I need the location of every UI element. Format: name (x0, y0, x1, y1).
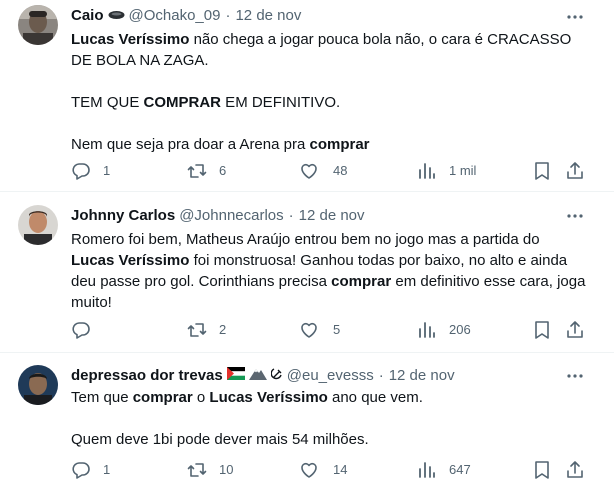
palestine-flag-icon (226, 366, 245, 386)
text-run: Romero foi bem, Matheus Araújo entrou be… (71, 231, 544, 248)
author-handle[interactable]: @Ochako_09 (129, 6, 221, 26)
reply-button[interactable]: 1 (71, 161, 110, 181)
like-button[interactable]: 48 (299, 161, 347, 181)
highlighted-text: comprar (309, 136, 370, 153)
highlighted-text: comprar (132, 389, 193, 406)
repost-count: 6 (219, 163, 227, 178)
views-chart-icon (419, 462, 435, 478)
author-name[interactable]: depressao dor trevas (71, 366, 223, 386)
mountain-icon (248, 366, 267, 386)
repost-count: 10 (219, 462, 234, 477)
repost-icon (187, 323, 207, 337)
avatar[interactable] (18, 205, 58, 245)
bookmark-icon (535, 162, 549, 180)
avatar[interactable] (18, 5, 58, 45)
heart-icon (301, 322, 317, 338)
tweet-date[interactable]: 12 de nov (235, 6, 301, 26)
repost-count: 2 (219, 322, 227, 337)
view-count: 206 (449, 322, 471, 337)
like-count: 5 (333, 322, 341, 337)
text-run: Nem que seja pra doar a Arena pra (71, 136, 310, 153)
tweet-text: Tem que comprar o Lucas Veríssimo ano qu… (71, 387, 586, 450)
reply-button[interactable] (71, 320, 103, 340)
reply-count: 1 (103, 163, 111, 178)
tweet[interactable]: depressao dor trevas @eu_evesss · 12 de … (0, 354, 614, 498)
like-count: 14 (333, 462, 348, 477)
share-icon (567, 461, 583, 478)
tweet-paragraph: Tem que comprar o Lucas Veríssimo ano qu… (71, 387, 586, 408)
separator-dot: · (225, 7, 231, 24)
view-count: 647 (449, 462, 471, 477)
text-run: Tem que (71, 389, 133, 406)
tweet-paragraph: Quem deve 1bi pode dever mais 54 milhões… (71, 429, 586, 450)
share-icon (567, 321, 583, 338)
reply-count: 1 (103, 462, 111, 477)
views-button[interactable]: 206 (417, 320, 471, 340)
highlighted-text: COMPRAR (143, 94, 222, 111)
separator-dot: · (378, 367, 384, 384)
author-handle[interactable]: @Johnnecarlos (179, 206, 283, 226)
highlighted-text: Lucas Veríssimo (71, 252, 190, 269)
repost-button[interactable]: 6 (187, 161, 226, 181)
views-chart-icon (419, 163, 435, 179)
like-button[interactable]: 5 (299, 320, 340, 340)
tweet-paragraph: Lucas Veríssimo não chega a jogar pouca … (71, 29, 586, 71)
more-options-button[interactable] (566, 8, 584, 26)
share-button[interactable] (565, 320, 585, 340)
share-icon (567, 162, 583, 179)
repost-button[interactable]: 10 (187, 460, 233, 480)
text-run: ano que vem. (327, 389, 423, 406)
bookmark-icon (535, 461, 549, 479)
bookmark-button[interactable] (533, 460, 551, 480)
tweet-date[interactable]: 12 de nov (389, 366, 455, 386)
more-options-button[interactable] (566, 207, 584, 225)
bookmark-icon (535, 321, 549, 339)
reply-icon (72, 322, 90, 339)
text-run: o (192, 389, 210, 406)
author-name[interactable]: Johnny Carlos (71, 206, 175, 226)
repost-icon (187, 164, 207, 178)
separator-dot: · (288, 207, 294, 224)
text-run: EM DEFINITIVO. (221, 94, 341, 111)
like-button[interactable]: 14 (299, 460, 347, 480)
text-run: Quem deve 1bi pode dever mais 54 milhões… (71, 431, 369, 448)
tweet[interactable]: Caio @Ochako_09 · 12 de nov Lucas Veríss… (0, 0, 614, 192)
tweet-paragraph: TEM QUE COMPRAR EM DEFINITIVO. (71, 92, 586, 113)
reply-icon (72, 163, 90, 180)
tweet-paragraph: Nem que seja pra doar a Arena pra compra… (71, 134, 586, 155)
more-icon (567, 15, 583, 19)
repost-icon (187, 463, 207, 477)
avatar[interactable] (18, 365, 58, 405)
more-options-button[interactable] (566, 367, 584, 385)
more-icon (567, 214, 583, 218)
reply-icon (72, 462, 90, 479)
tweet[interactable]: Johnny Carlos @Johnnecarlos · 12 de nov … (0, 193, 614, 353)
highlighted-text: Lucas Veríssimo (71, 31, 190, 48)
tweet-date[interactable]: 12 de nov (299, 206, 365, 226)
heart-icon (301, 163, 317, 179)
tweet-text: Lucas Veríssimo não chega a jogar pouca … (71, 29, 586, 155)
text-run: TEM QUE (71, 94, 144, 111)
heart-icon (301, 462, 317, 478)
dark-oval-icon (108, 6, 125, 26)
bookmark-button[interactable] (533, 161, 551, 181)
like-count: 48 (333, 163, 348, 178)
reply-button[interactable]: 1 (71, 460, 110, 480)
view-count: 1 mil (449, 163, 477, 178)
views-button[interactable]: 1 mil (417, 161, 476, 181)
highlighted-text: comprar (331, 273, 392, 290)
author-handle[interactable]: @eu_evesss (287, 366, 374, 386)
share-button[interactable] (565, 460, 585, 480)
hammer-sickle-icon (270, 366, 283, 386)
repost-button[interactable]: 2 (187, 320, 226, 340)
tweet-paragraph: Romero foi bem, Matheus Araújo entrou be… (71, 229, 586, 313)
share-button[interactable] (565, 161, 585, 181)
views-button[interactable]: 647 (417, 460, 471, 480)
highlighted-text: Lucas Veríssimo (209, 389, 328, 406)
views-chart-icon (419, 322, 435, 338)
bookmark-button[interactable] (533, 320, 551, 340)
tweet-text: Romero foi bem, Matheus Araújo entrou be… (71, 229, 586, 313)
author-name[interactable]: Caio (71, 6, 104, 26)
more-icon (567, 374, 583, 378)
